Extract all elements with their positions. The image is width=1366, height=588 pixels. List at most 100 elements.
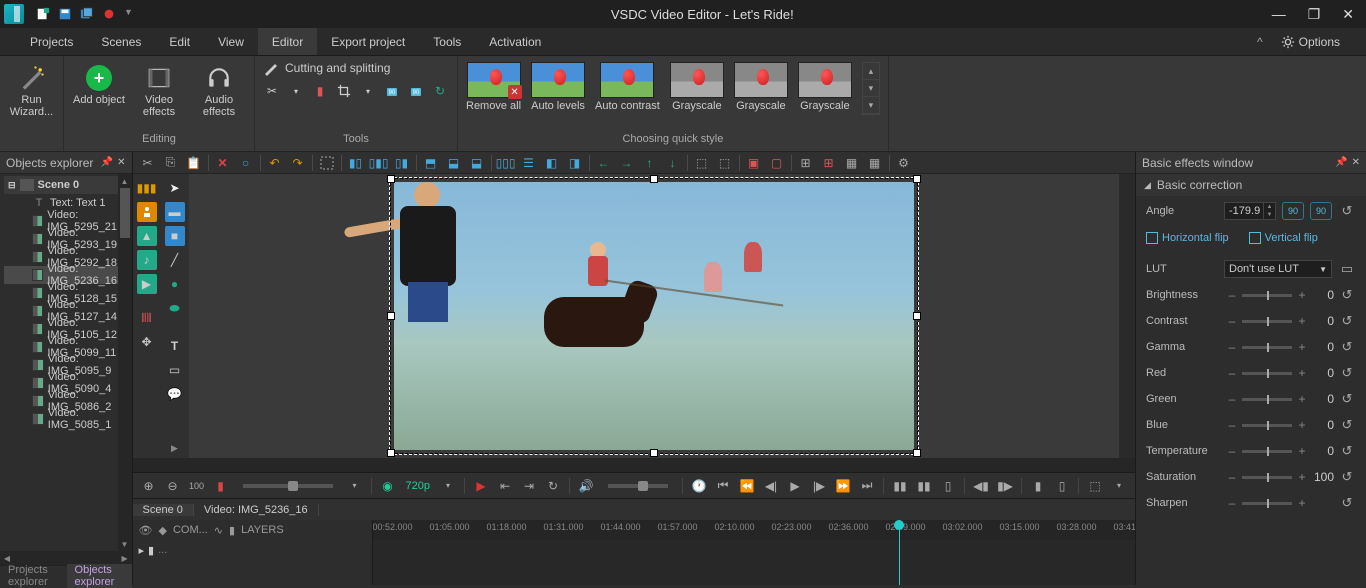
snap-icon[interactable]: ▦ <box>843 154 861 172</box>
rotate-cw-button[interactable]: 90 <box>1282 202 1304 220</box>
menu-export[interactable]: Export project <box>317 28 419 55</box>
snap2-icon[interactable]: ▦ <box>866 154 884 172</box>
options-button[interactable]: Options <box>1271 28 1350 55</box>
fastfwd-icon[interactable]: ⏩ <box>833 476 853 496</box>
slider-plus[interactable]: + <box>1296 340 1308 354</box>
align-right-icon[interactable]: ▯▮ <box>393 154 411 172</box>
tab-projects-explorer[interactable]: Projects explorer <box>0 564 67 588</box>
zoom-slider[interactable] <box>243 484 333 488</box>
waveform-icon[interactable]: ⦀⦀ <box>137 308 157 328</box>
delete-tool-icon[interactable]: ▮ <box>311 82 329 100</box>
collapse-ribbon-icon[interactable]: ^ <box>1257 28 1263 55</box>
timeline-dropdown-icon[interactable]: ▾ <box>1109 476 1129 496</box>
style-auto-contrast[interactable]: Auto contrast <box>595 62 660 112</box>
timeline-tool2-icon[interactable]: ▯ <box>1052 476 1072 496</box>
slider-track[interactable] <box>1242 476 1292 479</box>
selection-rect[interactable] <box>390 178 918 454</box>
playhead[interactable] <box>899 520 900 585</box>
style-grayscale-2[interactable]: Grayscale <box>734 62 788 112</box>
speech-bubble-icon[interactable]: 💬 <box>165 384 185 404</box>
video-preview[interactable] <box>394 182 914 450</box>
same-width-icon[interactable]: ◧ <box>543 154 561 172</box>
slider-reset-icon[interactable]: ↺ <box>1338 416 1356 434</box>
qa-record-icon[interactable] <box>102 7 116 21</box>
menu-edit[interactable]: Edit <box>155 28 204 55</box>
slider-minus[interactable]: – <box>1226 444 1238 458</box>
timeline-ruler[interactable]: 00:52.00001:05.00001:18.00001:31.00001:4… <box>373 520 1135 540</box>
arrow-up-icon[interactable]: ↑ <box>641 154 659 172</box>
rotate-neg90-icon[interactable]: 90 <box>407 82 425 100</box>
angle-spin-down[interactable]: ▼ <box>1263 211 1275 219</box>
slider-minus[interactable]: – <box>1226 496 1238 510</box>
slider-reset-icon[interactable]: ↺ <box>1338 494 1356 512</box>
settings-gear-icon[interactable]: ⚙ <box>895 154 913 172</box>
arrow-down-icon[interactable]: ↓ <box>664 154 682 172</box>
menu-tools[interactable]: Tools <box>419 28 475 55</box>
section-basic-correction[interactable]: ◢Basic correction <box>1136 174 1366 196</box>
slider-plus[interactable]: + <box>1296 288 1308 302</box>
rotate-ccw-button[interactable]: 90 <box>1310 202 1332 220</box>
menu-projects[interactable]: Projects <box>16 28 87 55</box>
menu-activation[interactable]: Activation <box>475 28 555 55</box>
effects-close-icon[interactable]: ✕ <box>1352 157 1360 168</box>
redo-icon[interactable]: ↷ <box>289 154 307 172</box>
step-back-icon[interactable]: ◀| <box>761 476 781 496</box>
delete-x-icon[interactable]: ✕ <box>214 154 232 172</box>
tab-objects-explorer[interactable]: Objects explorer <box>67 564 132 588</box>
same-height-icon[interactable]: ◨ <box>566 154 584 172</box>
align-middle-icon[interactable]: ⬓ <box>445 154 463 172</box>
wave-icon[interactable]: ∿ <box>214 524 223 537</box>
add-object-button[interactable]: + Add object <box>72 60 126 106</box>
slider-plus[interactable]: + <box>1296 470 1308 484</box>
slider-track[interactable] <box>1242 346 1292 349</box>
diamond-icon[interactable]: ◆ <box>158 524 166 537</box>
cursor-icon[interactable]: ➤ <box>165 178 185 198</box>
slider-minus[interactable]: – <box>1226 340 1238 354</box>
ellipse-shape-icon[interactable]: ● <box>165 274 185 294</box>
tree-item[interactable]: Video: IMG_5085_1 <box>4 410 128 428</box>
copy-icon[interactable]: ⎘ <box>162 154 180 172</box>
slider-minus[interactable]: – <box>1226 314 1238 328</box>
slider-track[interactable] <box>1242 502 1292 505</box>
play-square-icon[interactable]: ▶ <box>137 274 157 294</box>
slider-reset-icon[interactable]: ↺ <box>1338 442 1356 460</box>
scissors-icon[interactable]: ✂ <box>263 82 281 100</box>
dropdown2-icon[interactable]: ▾ <box>438 476 458 496</box>
goto-end-icon[interactable]: ⏭ <box>857 476 877 496</box>
crop-icon[interactable] <box>335 82 353 100</box>
rewind-icon[interactable]: ⏪ <box>737 476 757 496</box>
slider-reset-icon[interactable]: ↺ <box>1338 312 1356 330</box>
zoom-in-icon[interactable]: ⊕ <box>139 476 159 496</box>
split-right-icon[interactable]: ▮▶ <box>995 476 1015 496</box>
select-rect-icon[interactable] <box>318 154 336 172</box>
slider-track[interactable] <box>1242 450 1292 453</box>
person-icon[interactable] <box>137 202 157 222</box>
vertical-flip-checkbox[interactable]: Vertical flip <box>1249 232 1318 244</box>
slider-plus[interactable]: + <box>1296 444 1308 458</box>
qa-new-icon[interactable] <box>36 7 50 21</box>
circle-icon[interactable]: ○ <box>237 154 255 172</box>
slider-minus[interactable]: – <box>1226 288 1238 302</box>
prev-cut-icon[interactable]: ⇤ <box>495 476 515 496</box>
cutting-splitting-button[interactable]: Cutting and splitting <box>263 60 449 76</box>
quality-label[interactable]: 720p <box>402 480 434 492</box>
marker1-icon[interactable]: ▮▮ <box>890 476 910 496</box>
text-tool-icon[interactable]: T <box>165 336 185 356</box>
crumb-scene[interactable]: Scene 0 <box>133 504 194 516</box>
align-bottom-icon[interactable]: ⬓ <box>468 154 486 172</box>
crop-dropdown-icon[interactable]: ▾ <box>359 82 377 100</box>
zoom-100-icon[interactable]: 100 <box>187 476 207 496</box>
preview-canvas-area[interactable] <box>189 174 1119 458</box>
paste-icon[interactable]: 📋 <box>185 154 203 172</box>
expand-toolstrip-icon[interactable]: ▶ <box>165 438 185 458</box>
eye-icon[interactable]: 👁 <box>139 524 153 537</box>
distribute-v-icon[interactable]: ☰ <box>520 154 538 172</box>
slider-minus[interactable]: – <box>1226 366 1238 380</box>
slider-minus[interactable]: – <box>1226 470 1238 484</box>
split-left-icon[interactable]: ◀▮ <box>971 476 991 496</box>
slider-minus[interactable]: – <box>1226 392 1238 406</box>
col-com[interactable]: COM... <box>173 524 208 536</box>
align-top-icon[interactable]: ⬒ <box>422 154 440 172</box>
qa-saveall-icon[interactable] <box>80 7 94 21</box>
slider-track[interactable] <box>1242 294 1292 297</box>
